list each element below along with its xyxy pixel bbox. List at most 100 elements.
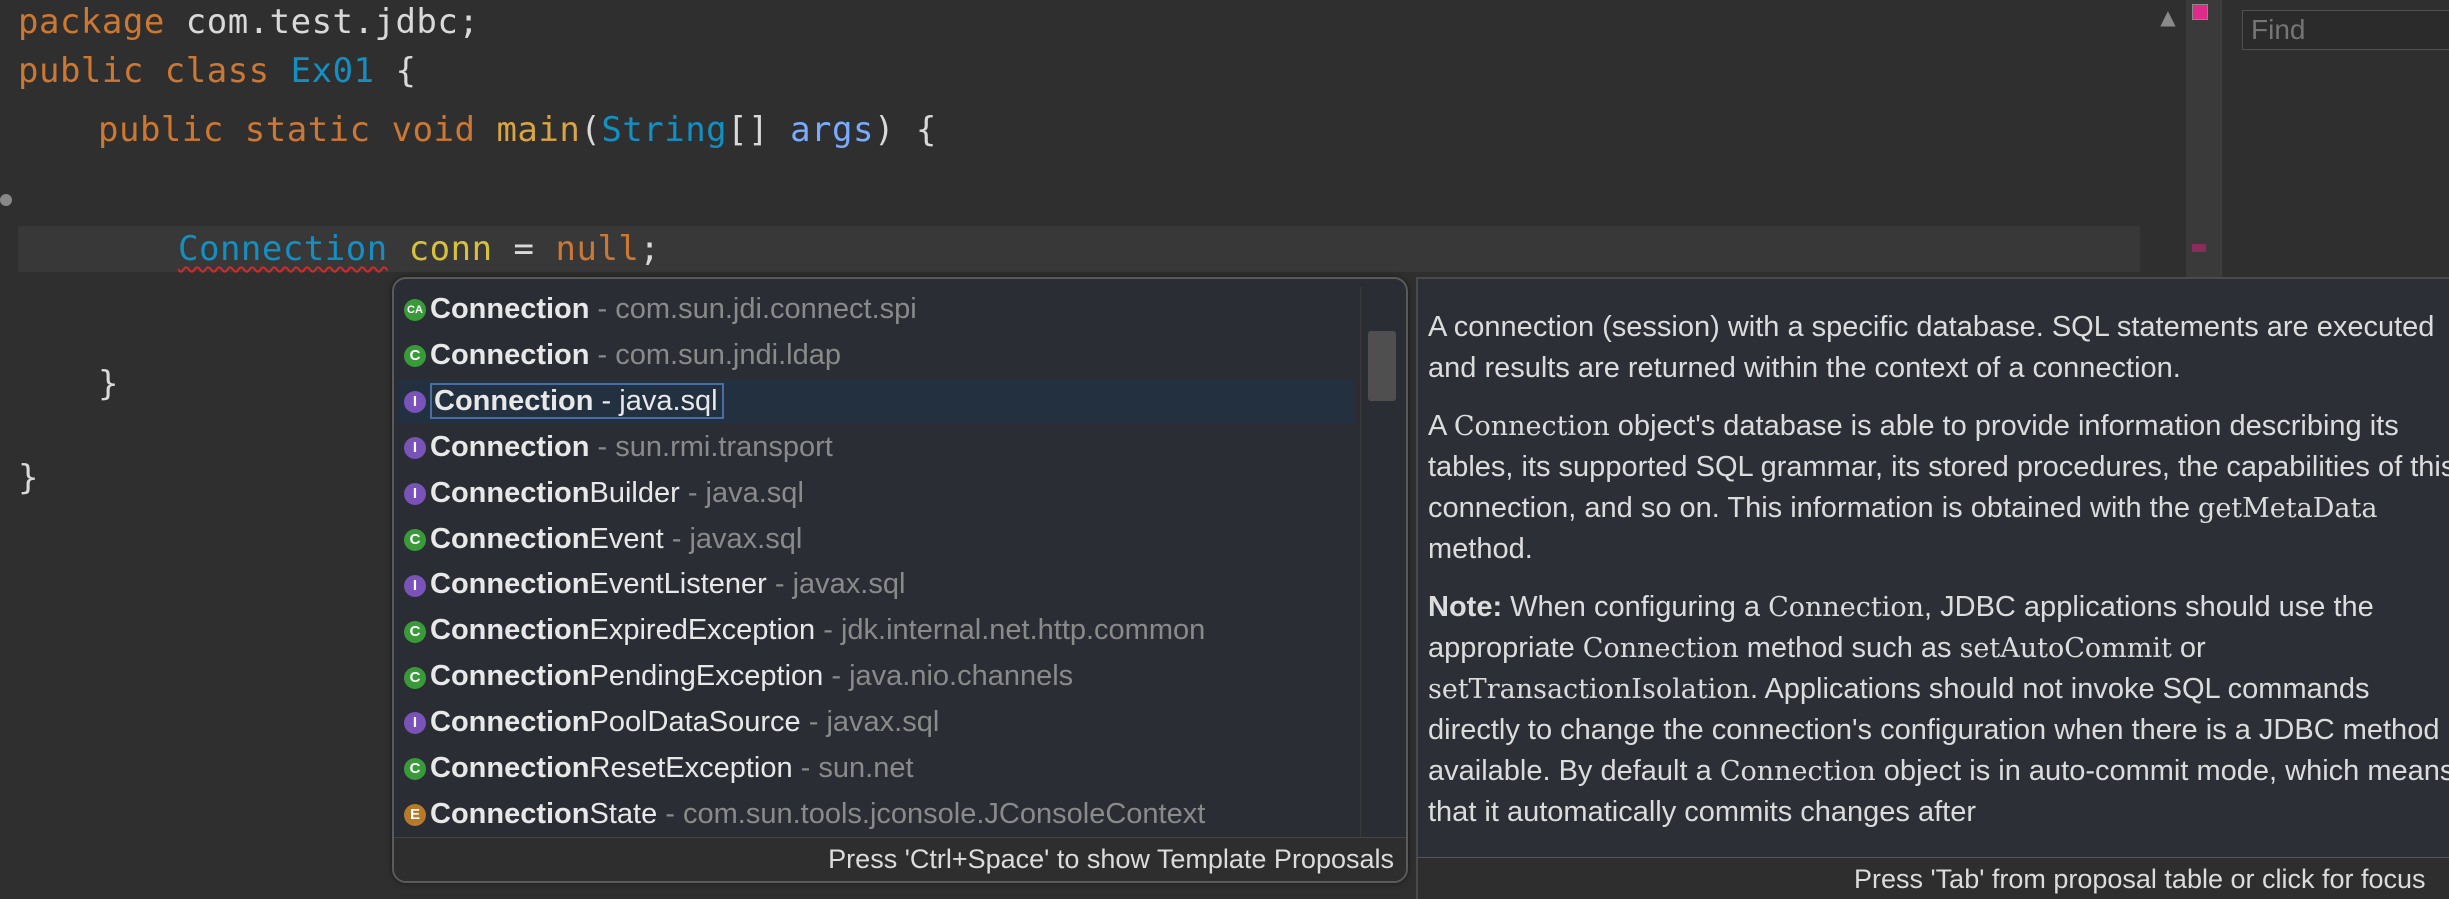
proposal-match-text: Connection [430, 797, 590, 830]
proposal-match-text: Connection [430, 568, 590, 601]
find-input[interactable] [2242, 10, 2449, 50]
keyword-package: package [18, 2, 165, 42]
proposal-rest-text: Event [589, 522, 664, 555]
proposal-type-icon: E [404, 804, 426, 827]
proposal-match-text: Connection [430, 660, 590, 693]
class-name: Ex01 [290, 51, 375, 91]
doc-code: Connection [1453, 411, 1610, 442]
doc-code: Connection [1768, 592, 1925, 623]
proposal-package: - jdk.internal.net.http.common [815, 614, 1206, 647]
paren-open: ( [580, 110, 602, 150]
proposal-package: - javax.sql [800, 706, 940, 739]
assign-operator: = [492, 229, 556, 269]
proposal-package: - com.sun.tools.jconsole.JConsoleContext [657, 797, 1206, 830]
variable-conn: conn [408, 229, 493, 269]
type-string: String [601, 110, 728, 150]
proposal-label: ConnectionEventListener - javax.sql [430, 568, 905, 600]
doc-code: setTransactionIsolation [1428, 674, 1750, 705]
proposal-package: - com.sun.jdi.connect.spi [589, 293, 917, 325]
keyword-null: null [555, 229, 640, 269]
doc-text: When configuring a [1502, 591, 1769, 623]
content-assist-popup[interactable]: CA Connection - com.sun.jdi.connect.spi C C… [392, 277, 1408, 883]
code-line-connection[interactable]: Connection conn = null; [178, 227, 660, 271]
proposal-match-text: Connection [430, 614, 590, 647]
proposal-item[interactable]: I ConnectionPoolDataSource - javax.sql [398, 700, 1354, 744]
brace-open: { [374, 51, 417, 91]
proposal-package: - javax.sql [766, 568, 906, 601]
proposal-label: ConnectionEvent - javax.sql [430, 523, 802, 555]
proposal-label: Connection - sun.rmi.transport [430, 431, 833, 463]
keyword-public: public [98, 110, 224, 150]
doc-text: A connection (session) with a specific d… [1428, 311, 2435, 384]
proposal-type-icon: C [404, 758, 426, 781]
doc-text: method. [1428, 533, 1533, 565]
doc-note-label: Note: [1428, 591, 1503, 623]
doc-code: setAutoCommit [1959, 633, 2172, 664]
scroll-up-arrow-icon[interactable]: ▲ [2155, 4, 2181, 30]
code-line-package[interactable]: package com.test.jdbc; [18, 0, 479, 44]
proposal-match-text: Connection [430, 430, 590, 463]
proposal-package: - java.sql [593, 384, 718, 417]
doc-code: getMetaData [2198, 493, 2378, 524]
proposal-item[interactable]: I Connection - sun.rmi.transport [398, 425, 1354, 469]
template-proposals-hint: Press 'Ctrl+Space' to show Template Prop… [394, 837, 1406, 881]
proposal-type-icon: I [404, 482, 426, 505]
proposal-label: Connection - com.sun.jndi.ldap [430, 339, 841, 371]
fold-marker-icon[interactable] [0, 194, 12, 206]
proposal-match-text: Connection [430, 706, 590, 739]
proposal-item[interactable]: CA Connection - com.sun.jdi.connect.spi [398, 287, 1354, 331]
semicolon: ; [639, 229, 661, 269]
proposal-match-text: Connection [430, 476, 590, 509]
proposal-item[interactable]: I Connection - java.sql [398, 378, 1354, 423]
proposal-label: ConnectionState - com.sun.tools.jconsole… [430, 798, 1205, 830]
package-name: com.test.jdbc; [164, 2, 480, 42]
proposal-rest-text: PoolDataSource [589, 706, 801, 739]
overview-position-marker[interactable] [2192, 244, 2206, 252]
proposal-list-scroll-thumb[interactable] [1368, 331, 1396, 401]
proposal-match-text: Connection [430, 338, 590, 371]
method-sig-end: ) { [873, 110, 937, 150]
param-args: args [790, 110, 874, 150]
proposal-label: Connection - java.sql [430, 382, 724, 419]
proposal-package: - javax.sql [663, 522, 803, 555]
proposal-type-icon: I [404, 712, 426, 735]
doc-text: or [2171, 632, 2206, 664]
proposal-item[interactable]: C ConnectionExpiredException - jdk.intern… [398, 608, 1354, 652]
code-line-main[interactable]: public static void main(String[] args) { [98, 108, 937, 152]
proposal-label: ConnectionPendingException - java.nio.ch… [430, 660, 1073, 692]
proposal-rest-text: Builder [589, 476, 680, 509]
doc-code: Connection [1719, 756, 1876, 787]
doc-text: A [1428, 410, 1454, 442]
proposal-list[interactable]: CA Connection - com.sun.jdi.connect.spi C C… [394, 279, 1362, 837]
code-line-method-close[interactable]: } [98, 362, 119, 406]
proposal-type-icon: C [404, 666, 426, 689]
code-line-class[interactable]: public class Ex01 { [18, 49, 416, 93]
proposal-item[interactable]: C ConnectionEvent - javax.sql [398, 517, 1354, 561]
proposal-type-icon: C [404, 620, 426, 643]
overview-error-marker[interactable] [2192, 4, 2208, 20]
array-brackets: [] [727, 110, 791, 150]
proposal-item[interactable]: C Connection - com.sun.jndi.ldap [398, 333, 1354, 377]
keyword-void: void [370, 110, 476, 150]
proposal-package: - sun.rmi.transport [589, 430, 833, 463]
proposal-label: ConnectionExpiredException - jdk.interna… [430, 614, 1205, 646]
javadoc-hover-popup[interactable]: A connection (session) with a specific d… [1416, 277, 2449, 899]
proposal-rest-text: PendingException [589, 660, 824, 693]
doc-paragraph-3: Note: When configuring a Connection, JDB… [1428, 587, 2449, 833]
proposal-item[interactable]: C ConnectionPendingException - java.nio.c… [398, 654, 1354, 698]
doc-paragraph-2: A Connection object's database is able t… [1428, 406, 2449, 570]
proposal-label: ConnectionPoolDataSource - javax.sql [430, 706, 939, 738]
proposal-item[interactable]: C ConnectionResetException - sun.net [398, 746, 1354, 790]
type-connection-unresolved: Connection [178, 229, 388, 269]
proposal-item[interactable]: E ConnectionState - com.sun.tools.jconsol… [398, 792, 1354, 836]
proposal-type-icon: CA [404, 299, 426, 322]
proposal-match-text: Connection [430, 522, 590, 555]
proposal-rest-text: EventListener [589, 568, 767, 601]
proposal-item[interactable]: I ConnectionBuilder - java.sql [398, 471, 1354, 515]
proposal-label: ConnectionResetException - sun.net [430, 752, 914, 784]
javadoc-body: A connection (session) with a specific d… [1428, 307, 2449, 850]
code-line-class-close[interactable]: } [18, 456, 39, 500]
proposal-item[interactable]: I ConnectionEventListener - javax.sql [398, 562, 1354, 606]
proposal-rest-text: ResetException [589, 752, 793, 784]
proposal-type-icon: I [404, 391, 426, 414]
